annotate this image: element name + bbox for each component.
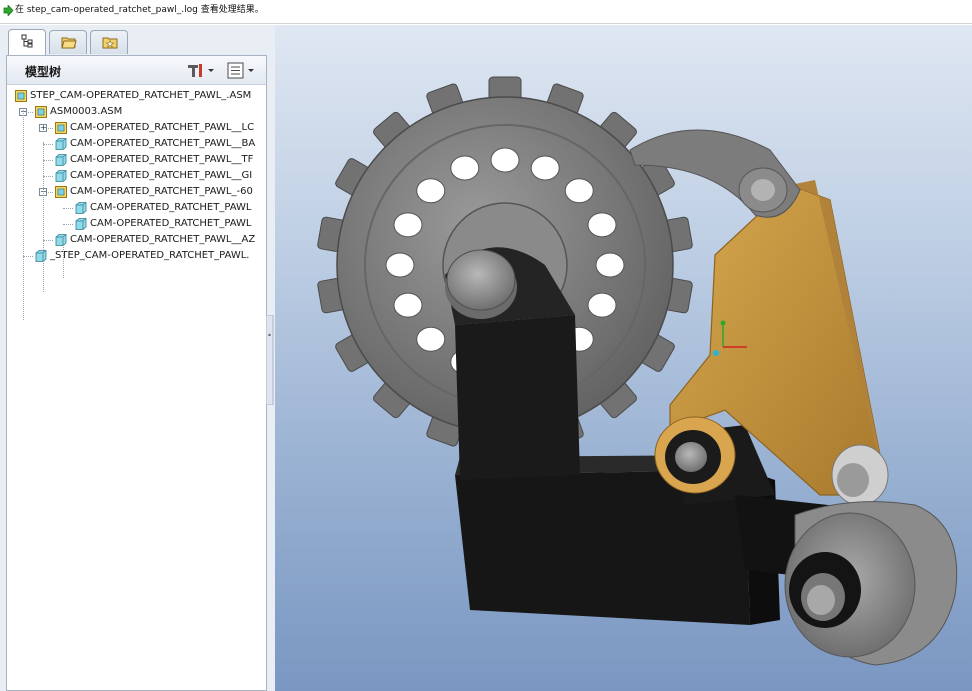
tree-item[interactable]: − CAM-OPERATED_RATCHET_PAWL_-60	[7, 184, 265, 200]
part-icon	[55, 154, 67, 166]
model-tree-title: 模型树	[25, 65, 62, 79]
tree-item-label: _STEP_CAM-OPERATED_RATCHET_PAWL.	[50, 250, 250, 261]
assembly-icon	[55, 122, 67, 134]
favorites-icon	[102, 37, 118, 49]
tree-item-label: CAM-OPERATED_RATCHET_PAWL__LC	[70, 122, 255, 133]
lower-joint	[831, 444, 889, 506]
tree-item-label: STEP_CAM-OPERATED_RATCHET_PAWL_.ASM	[30, 90, 252, 101]
tree-item-label: CAM-OPERATED_RATCHET_PAWL__BA	[70, 138, 256, 149]
tree-item-label: CAM-OPERATED_RATCHET_PAWL	[90, 218, 252, 229]
tree-item[interactable]: CAM-OPERATED_RATCHET_PAWL	[7, 200, 265, 216]
tree-item[interactable]: CAM-OPERATED_RATCHET_PAWL__BA	[7, 136, 265, 152]
model-tree-panel: 模型树 STEP_CAM-OPERATED_RATCHET_PAWL_.ASM −…	[6, 55, 267, 691]
tree-item[interactable]: + CAM-OPERATED_RATCHET_PAWL__LC	[7, 120, 265, 136]
tree-settings-button[interactable]	[186, 61, 216, 79]
tree-settings-icon	[188, 64, 214, 77]
assembly-model[interactable]	[275, 25, 972, 691]
arrow-right-icon	[3, 5, 14, 16]
folder-browser-icon	[61, 37, 77, 49]
graphics-viewport[interactable]	[275, 25, 972, 691]
favorites-tab[interactable]	[90, 30, 128, 54]
tree-item-label: CAM-OPERATED_RATCHET_PAWL	[90, 202, 252, 213]
part-icon	[35, 250, 47, 262]
model-tree-header: 模型树	[7, 56, 266, 85]
tree-item[interactable]: CAM-OPERATED_RATCHET_PAWL__TF	[7, 152, 265, 168]
assembly-icon	[55, 186, 67, 198]
message-bar: 在 step_cam-operated_ratchet_pawl_.log 查看…	[0, 0, 972, 24]
tree-item[interactable]: − ASM0003.ASM	[7, 104, 265, 120]
tree-item[interactable]: CAM-OPERATED_RATCHET_PAWL__AZ	[7, 232, 265, 248]
part-icon	[55, 234, 67, 246]
tree-item-label: CAM-OPERATED_RATCHET_PAWL__AZ	[70, 234, 256, 245]
assembly-icon	[35, 106, 47, 118]
tree-item[interactable]: CAM-OPERATED_RATCHET_PAWL	[7, 216, 265, 232]
navigator-panel: 模型树 STEP_CAM-OPERATED_RATCHET_PAWL_.ASM −…	[0, 25, 275, 691]
main-shaft	[445, 249, 517, 319]
part-icon	[55, 138, 67, 150]
tree-item-label: ASM0003.ASM	[50, 106, 123, 117]
cam-wheel	[784, 501, 958, 666]
model-tree-tab[interactable]	[8, 29, 46, 55]
tree-item-label: CAM-OPERATED_RATCHET_PAWL_-60	[70, 186, 253, 197]
panel-splitter[interactable]	[265, 314, 274, 406]
tree-item-label: CAM-OPERATED_RATCHET_PAWL__GI	[70, 170, 253, 181]
assembly-icon	[15, 90, 27, 102]
tree-item[interactable]: CAM-OPERATED_RATCHET_PAWL__GI	[7, 168, 265, 184]
status-message: 在 step_cam-operated_ratchet_pawl_.log 查看…	[15, 5, 264, 15]
expand-icon[interactable]: +	[39, 124, 47, 132]
part-icon	[75, 218, 87, 230]
tree-columns-button[interactable]	[226, 61, 256, 79]
tree-columns-icon	[227, 62, 254, 79]
model-tree-icon	[21, 34, 33, 48]
part-icon	[55, 170, 67, 182]
tree-item[interactable]: STEP_CAM-OPERATED_RATCHET_PAWL_.ASM	[7, 88, 265, 104]
pawl-pivot	[654, 416, 736, 494]
part-icon	[75, 202, 87, 214]
tree-item-label: CAM-OPERATED_RATCHET_PAWL__TF	[70, 154, 254, 165]
tree-item[interactable]: _STEP_CAM-OPERATED_RATCHET_PAWL.	[7, 248, 265, 264]
folder-browser-tab[interactable]	[49, 30, 87, 54]
